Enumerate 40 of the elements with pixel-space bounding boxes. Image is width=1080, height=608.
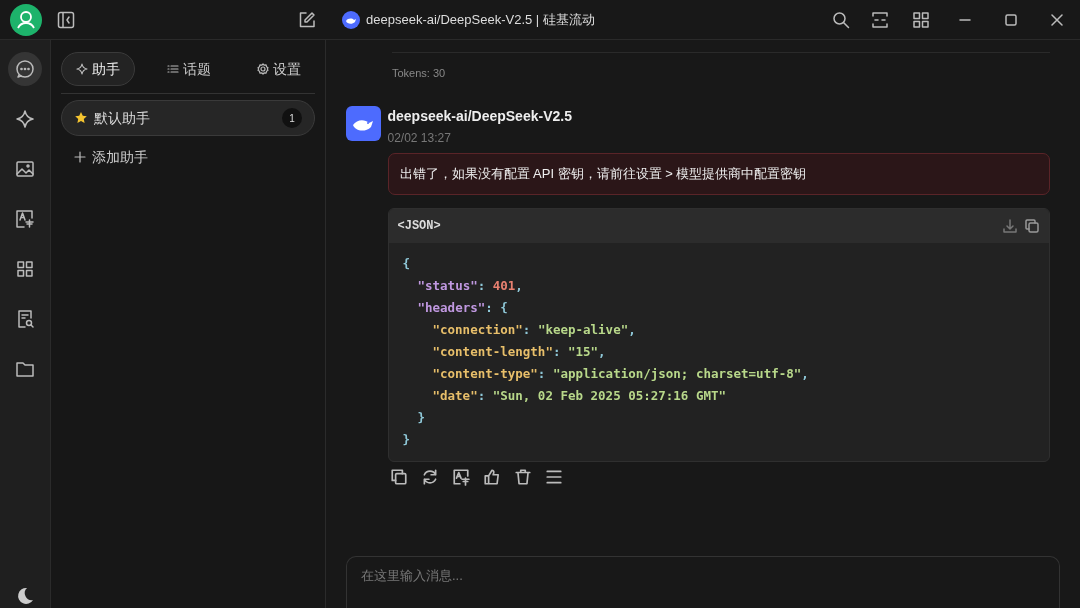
code-language: <JSON> [397,217,441,235]
message-input[interactable]: 在这里输入消息... [347,557,1059,608]
panel-tab[interactable]: 话题 [153,52,225,86]
code-line: "content-length": "15", [432,342,606,361]
code-line: } [417,408,426,427]
star-icon [74,111,88,125]
edit-icon[interactable] [298,10,316,29]
sparkle-icon [76,63,88,75]
chat-icon[interactable] [8,52,42,86]
plus-icon [74,151,86,164]
code-line: { [402,254,411,273]
sidebar-toggle-icon[interactable] [57,10,75,29]
dark-mode-icon[interactable] [15,586,35,606]
copy-icon[interactable] [389,468,408,486]
copy-icon[interactable] [1024,217,1040,234]
window-title: deepseek-ai/DeepSeek-V2.5 | 硅基流动 [366,10,595,29]
code-line: "status": 401, [417,276,523,295]
whale-logo-icon [342,10,360,29]
translate-icon[interactable] [451,468,470,486]
error-message: 出错了，如果没有配置 API 密钥，请前往设置 > 模型提供商中配置密钥 [387,153,1050,195]
user-avatar-icon[interactable] [9,3,42,36]
whale-avatar-icon [346,105,381,141]
message-time: 02/02 13:27 [387,129,452,147]
list-icon [167,63,179,75]
token-count: Tokens: 30 [392,66,447,81]
gear-icon [257,63,269,75]
panel-tab[interactable]: 助手 [61,52,135,86]
code-line: "date": "Sun, 02 Feb 2025 05:27:16 GMT" [432,386,726,405]
assistant-item[interactable]: 默认助手 1 [61,100,315,136]
delete-icon[interactable] [513,468,532,486]
code-line: "connection": "keep-alive", [432,320,636,339]
thumbs-up-icon[interactable] [482,468,501,486]
download-icon[interactable] [1001,217,1018,234]
code-line: "headers": { [417,298,508,317]
panel-tab[interactable]: 设置 [243,52,315,86]
add-assistant-button[interactable]: 添加助手 [61,139,315,176]
code-line: } [402,430,411,449]
message-author: deepseek-ai/DeepSeek-V2.5 [387,106,573,126]
code-line: "content-type": "application/json; charset=utf-8", [432,364,809,383]
menu-icon[interactable] [544,468,563,486]
